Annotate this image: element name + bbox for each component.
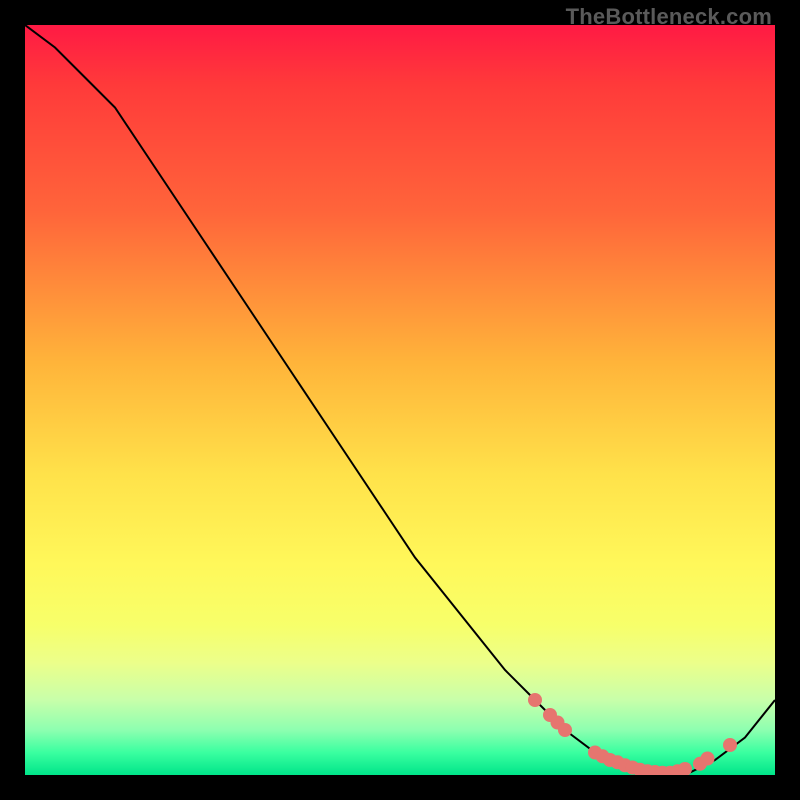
curve-marker [701,752,715,766]
curve-marker [558,723,572,737]
stage: TheBottleneck.com [0,0,800,800]
curve-marker [678,762,692,775]
curve-marker [723,738,737,752]
curve-marker [528,693,542,707]
plot-area [25,25,775,775]
bottleneck-curve [25,25,775,775]
marker-group [528,693,737,775]
chart-svg [25,25,775,775]
